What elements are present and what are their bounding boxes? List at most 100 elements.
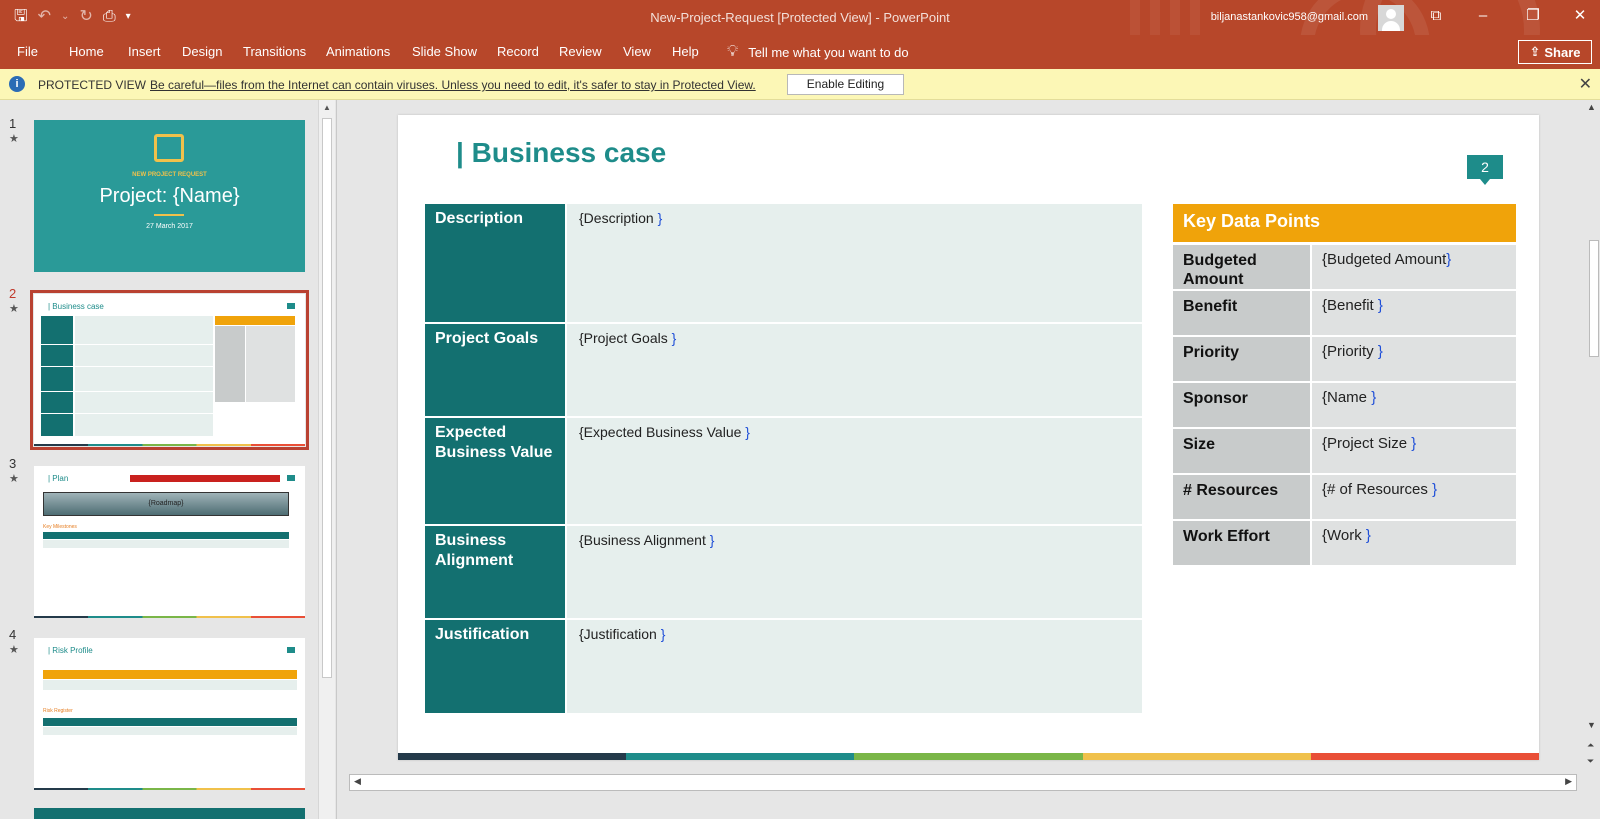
- share-button[interactable]: ⇪ Share: [1518, 40, 1592, 64]
- tab-review[interactable]: Review: [559, 44, 602, 59]
- business-case-row[interactable]: Justification {Justification }: [425, 620, 1142, 713]
- key-data-value: {Project Size }: [1312, 429, 1516, 473]
- thumb-title: Project: {Name}: [99, 185, 240, 207]
- tell-me-search[interactable]: 💡︎ Tell me what you want to do: [727, 43, 909, 61]
- slide-title[interactable]: | Business case: [456, 137, 666, 169]
- tab-transitions[interactable]: Transitions: [243, 44, 306, 59]
- tab-design[interactable]: Design: [182, 44, 222, 59]
- thumb-title: | Business case: [48, 302, 104, 311]
- next-slide-icon[interactable]: ⏷: [1587, 756, 1594, 767]
- scroll-down-icon[interactable]: ▼: [1587, 720, 1596, 730]
- thumb-table-header: [43, 532, 289, 539]
- key-data-points-header[interactable]: Key Data Points: [1173, 204, 1516, 242]
- thumb-badge: [287, 647, 295, 653]
- star-icon: ★: [9, 133, 19, 145]
- close-icon[interactable]: ✕: [1565, 4, 1595, 28]
- key-data-value: {Budgeted Amount}: [1312, 245, 1516, 289]
- horizontal-scrollbar[interactable]: ◀ ▶: [349, 774, 1577, 791]
- key-data-row[interactable]: Priority {Priority }: [1173, 337, 1516, 381]
- placeholder-brace: }: [745, 424, 750, 440]
- close-icon[interactable]: ✕: [1579, 74, 1592, 94]
- scroll-thumb[interactable]: [322, 118, 332, 678]
- share-label: Share: [1544, 44, 1581, 60]
- placeholder-brace: }: [1365, 527, 1371, 544]
- thumb-stripe: [34, 616, 305, 618]
- slide-thumbnail-2[interactable]: | Business case: [30, 290, 309, 450]
- enable-editing-button[interactable]: Enable Editing: [787, 74, 904, 95]
- business-case-row[interactable]: Project Goals {Project Goals }: [425, 324, 1142, 416]
- scroll-left-icon[interactable]: ◀: [354, 776, 361, 787]
- key-data-row[interactable]: Budgeted Amount {Budgeted Amount}: [1173, 245, 1516, 289]
- tab-view[interactable]: View: [623, 44, 651, 59]
- placeholder-brace: }: [1377, 297, 1383, 314]
- row-value: {Business Alignment }: [567, 526, 1142, 618]
- previous-slide-icon[interactable]: ⏶: [1587, 740, 1594, 751]
- key-data-row[interactable]: # Resources {# of Resources }: [1173, 475, 1516, 519]
- thumbnail-scrollbar[interactable]: ▲: [318, 100, 335, 819]
- star-icon: ★: [9, 303, 19, 315]
- vertical-scrollbar[interactable]: ▲ ▼ ⏶ ⏷: [1583, 100, 1600, 819]
- key-data-row[interactable]: Work Effort {Work }: [1173, 521, 1516, 565]
- tab-insert[interactable]: Insert: [128, 44, 161, 59]
- key-data-label: Sponsor: [1173, 383, 1310, 427]
- scroll-right-icon[interactable]: ▶: [1565, 776, 1572, 787]
- placeholder-brace: }: [1411, 435, 1417, 452]
- slide-number: 4: [9, 627, 17, 642]
- row-label: Expected Business Value: [425, 418, 565, 524]
- star-icon: ★: [9, 473, 19, 485]
- key-data-value: {Priority }: [1312, 337, 1516, 381]
- slide-thumbnail-3[interactable]: | Plan {Roadmap} Key Milestones: [34, 466, 305, 618]
- thumb-badge: [287, 475, 295, 481]
- protected-view-label: PROTECTED VIEW: [38, 78, 147, 92]
- key-data-row[interactable]: Size {Project Size }: [1173, 429, 1516, 473]
- slide-thumbnail-4[interactable]: | Risk Profile Risk Register: [34, 638, 305, 790]
- row-label: Project Goals: [425, 324, 565, 416]
- business-case-row[interactable]: Description {Description }: [425, 204, 1142, 322]
- business-case-row[interactable]: Business Alignment {Business Alignment }: [425, 526, 1142, 618]
- thumb-dates-bar: [130, 475, 280, 482]
- business-case-row[interactable]: Expected Business Value {Expected Busine…: [425, 418, 1142, 524]
- thumb-table: [41, 316, 213, 436]
- slide-number: 1: [9, 116, 17, 131]
- thumb-subtitle: NEW PROJECT REQUEST: [132, 172, 207, 178]
- stripe-segment: [854, 753, 1083, 760]
- tab-animations[interactable]: Animations: [326, 44, 390, 59]
- protected-view-message[interactable]: Be careful—files from the Internet can c…: [150, 78, 756, 92]
- avatar[interactable]: [1378, 5, 1404, 31]
- tell-me-text: Tell me what you want to do: [748, 44, 909, 60]
- slide-thumbnail-5-partial[interactable]: [34, 808, 305, 819]
- key-data-row[interactable]: Sponsor {Name }: [1173, 383, 1516, 427]
- key-data-label: Benefit: [1173, 291, 1310, 335]
- row-label: Description: [425, 204, 565, 322]
- tab-record[interactable]: Record: [497, 44, 539, 59]
- ribbon-display-options-icon[interactable]: ⧉: [1421, 4, 1451, 28]
- share-icon: ⇪: [1529, 44, 1541, 59]
- lightbulb-icon: 💡︎: [727, 43, 739, 60]
- row-value: {Justification }: [567, 620, 1142, 713]
- protected-view-bar: i PROTECTED VIEW Be careful—files from t…: [0, 69, 1600, 100]
- key-data-label: Priority: [1173, 337, 1310, 381]
- row-value: {Description }: [567, 204, 1142, 322]
- scroll-up-icon[interactable]: ▲: [323, 103, 331, 112]
- key-data-label: # Resources: [1173, 475, 1310, 519]
- tab-file[interactable]: File: [17, 44, 38, 59]
- stripe-segment: [626, 753, 855, 760]
- user-email[interactable]: biljanastankovic958@gmail.com: [1211, 11, 1368, 23]
- slide-canvas[interactable]: | Business case 2 Description {Descripti…: [398, 115, 1539, 760]
- row-value: {Expected Business Value }: [567, 418, 1142, 524]
- scroll-thumb[interactable]: [1589, 240, 1599, 357]
- restore-icon[interactable]: ❐: [1518, 4, 1548, 28]
- thumb-divider: [154, 214, 184, 216]
- scroll-up-icon[interactable]: ▲: [1587, 102, 1596, 112]
- key-data-row[interactable]: Benefit {Benefit }: [1173, 291, 1516, 335]
- key-data-value: {Benefit }: [1312, 291, 1516, 335]
- tab-help[interactable]: Help: [672, 44, 699, 59]
- thumb-table-header: [43, 670, 297, 679]
- slide-thumbnail-1[interactable]: NEW PROJECT REQUEST Project: {Name} 27 M…: [34, 120, 305, 272]
- tab-home[interactable]: Home: [69, 44, 104, 59]
- tab-slide-show[interactable]: Slide Show: [412, 44, 477, 59]
- key-data-label: Budgeted Amount: [1173, 245, 1310, 289]
- minimize-icon[interactable]: –: [1468, 4, 1498, 28]
- page-badge: 2: [1467, 155, 1503, 185]
- thumb-table-row: [43, 727, 297, 735]
